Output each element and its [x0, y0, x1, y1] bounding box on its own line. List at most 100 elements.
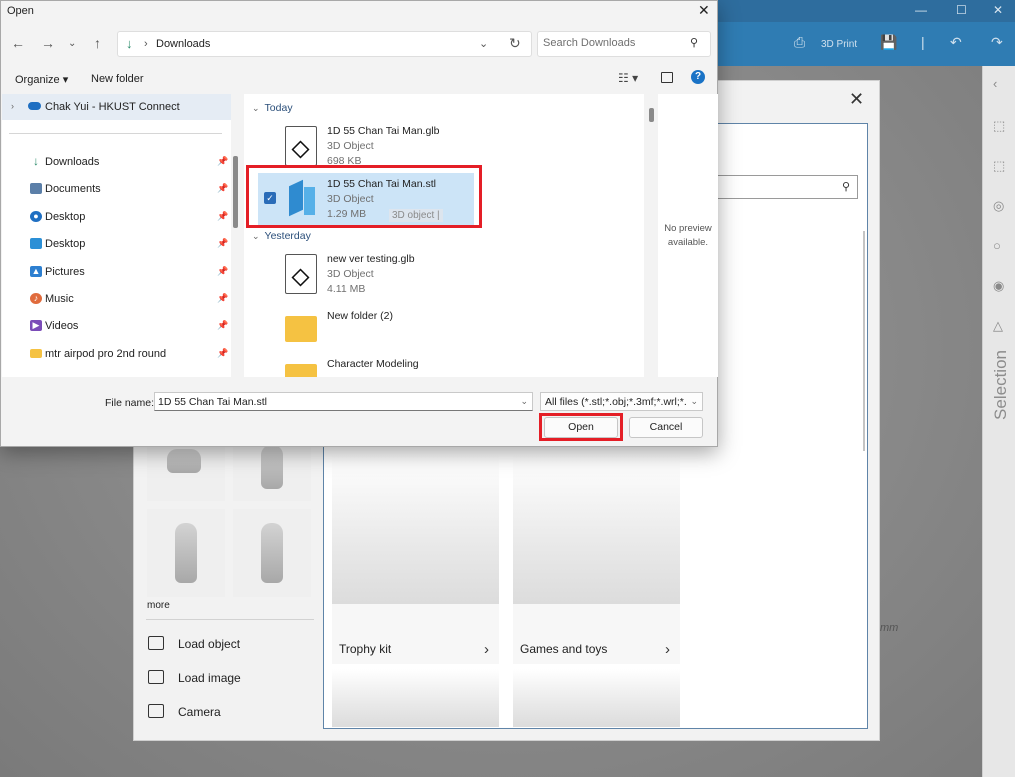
- redo-icon[interactable]: ↷: [991, 34, 1003, 51]
- address-bar[interactable]: ↓ › Downloads ⌄ ↻: [117, 31, 532, 57]
- chevron-right-icon: ›: [665, 641, 670, 658]
- view-options-icon[interactable]: ☷ ▾: [618, 71, 638, 85]
- load-image-button[interactable]: Load image: [148, 670, 241, 685]
- folder-item[interactable]: New folder (2): [258, 302, 474, 348]
- music-icon: ♪: [30, 293, 42, 304]
- chevron-right-icon: ›: [484, 641, 489, 658]
- model-thumbnail[interactable]: [147, 509, 225, 597]
- chevron-down-icon: ⌄: [690, 396, 698, 406]
- 3d-print-label[interactable]: 3D Print: [821, 39, 857, 50]
- expand-chevron-icon[interactable]: ›: [11, 101, 14, 111]
- file-name: new ver testing.glb: [327, 253, 415, 265]
- minimize-icon[interactable]: —: [915, 3, 927, 17]
- maximize-icon[interactable]: ☐: [956, 3, 967, 17]
- open-file-dialog: Open ✕ ← → ⌄ ↑ ↓ › Downloads ⌄ ↻ ⚲ Organ…: [0, 0, 718, 447]
- file-type: 3D Object: [327, 268, 374, 280]
- close-icon[interactable]: ✕: [698, 2, 710, 19]
- pin-icon[interactable]: 📌: [217, 238, 228, 249]
- more-link[interactable]: more: [147, 600, 170, 611]
- preview-pane-icon[interactable]: [661, 72, 673, 83]
- nav-item-videos[interactable]: ▶ Videos 📌: [2, 315, 231, 337]
- pin-icon[interactable]: 📌: [217, 348, 228, 359]
- select-region-icon[interactable]: △: [993, 318, 1003, 334]
- nav-item-label: mtr airpod pro 2nd round: [45, 348, 167, 360]
- back-arrow-icon[interactable]: ←: [11, 35, 25, 51]
- 3d-print-icon[interactable]: ⎙: [794, 34, 805, 51]
- nav-item-downloads[interactable]: ↓ Downloads 📌: [2, 151, 231, 173]
- nav-item-onedrive[interactable]: › Chak Yui - HKUST Connect: [2, 94, 231, 120]
- organize-menu[interactable]: Organize ▾: [15, 73, 68, 86]
- search-icon[interactable]: ⚲: [690, 36, 698, 49]
- breadcrumb-separator-icon[interactable]: ›: [144, 38, 148, 50]
- filename-label: File name:: [105, 397, 155, 409]
- group-header-yesterday[interactable]: ⌄ Yesterday: [252, 230, 311, 242]
- dialog-title: Open: [7, 5, 34, 17]
- 3d-object-icon: [285, 126, 317, 166]
- select-vertex-icon[interactable]: ◉: [993, 278, 1004, 294]
- onedrive-desktop-icon: ●: [30, 211, 42, 222]
- app-toolbar: ⎙ 3D Print 💾 | ↶ ↷: [718, 22, 1015, 66]
- pictures-icon: ▲: [30, 266, 42, 277]
- search-input[interactable]: [543, 37, 683, 49]
- collapse-panel-icon[interactable]: ‹: [993, 76, 997, 91]
- close-app-icon[interactable]: ✕: [993, 3, 1003, 17]
- document-icon: [30, 183, 42, 194]
- file-list-scrollbar[interactable]: [649, 108, 654, 122]
- pin-icon[interactable]: 📌: [217, 183, 228, 194]
- recent-locations-chevron-icon[interactable]: ⌄: [68, 38, 76, 49]
- toolbar-divider: |: [921, 34, 925, 50]
- pin-icon[interactable]: 📌: [217, 320, 228, 331]
- videos-icon: ▶: [30, 320, 42, 331]
- search-downloads-box[interactable]: ⚲: [537, 31, 711, 57]
- select-edge-icon[interactable]: ○: [993, 238, 1001, 253]
- category-label: Trophy kit: [339, 642, 392, 656]
- cancel-button[interactable]: Cancel: [629, 417, 703, 438]
- filename-input[interactable]: 1D 55 Chan Tai Man.stl ⌄: [154, 392, 533, 411]
- category-card[interactable]: [332, 669, 499, 727]
- folder-item[interactable]: Character Modeling: [258, 350, 474, 377]
- nav-item-label: Desktop: [45, 238, 86, 250]
- save-icon[interactable]: 💾: [880, 34, 897, 51]
- up-arrow-icon[interactable]: ↑: [94, 35, 101, 51]
- group-header-today[interactable]: ⌄ Today: [252, 102, 293, 114]
- select-face-icon[interactable]: ◎: [993, 198, 1004, 214]
- model-thumbnail[interactable]: [233, 509, 311, 597]
- breadcrumb[interactable]: Downloads: [156, 38, 210, 50]
- pin-icon[interactable]: 📌: [217, 156, 228, 167]
- camera-button[interactable]: Camera: [148, 704, 221, 719]
- pin-icon[interactable]: 📌: [217, 293, 228, 304]
- nav-scrollbar[interactable]: [233, 156, 238, 228]
- category-card-trophy-kit[interactable]: Trophy kit ›: [332, 454, 499, 664]
- load-object-button[interactable]: Load object: [148, 636, 240, 651]
- nav-item-music[interactable]: ♪ Music 📌: [2, 288, 231, 310]
- category-card-games-and-toys[interactable]: Games and toys ›: [513, 454, 680, 664]
- new-folder-button[interactable]: New folder: [91, 73, 144, 85]
- pin-icon[interactable]: 📌: [217, 211, 228, 222]
- filetype-value: All files (*.stl;*.obj;*.3mf;*.wrl;*.p: [545, 396, 686, 408]
- filetype-select[interactable]: All files (*.stl;*.obj;*.3mf;*.wrl;*.p ⌄: [540, 392, 703, 411]
- chevron-down-icon[interactable]: ⌄: [520, 396, 528, 407]
- forward-arrow-icon[interactable]: →: [41, 35, 55, 51]
- category-card[interactable]: [513, 669, 680, 727]
- scrollbar[interactable]: [863, 231, 865, 451]
- folder-icon: [30, 349, 42, 358]
- nav-item-desktop[interactable]: Desktop 📌: [2, 233, 231, 255]
- nav-item-desktop-onedrive[interactable]: ● Desktop 📌: [2, 206, 231, 228]
- pin-icon[interactable]: 📌: [217, 266, 228, 277]
- right-tool-panel: ‹ ⬚ ⬚ ◎ ○ ◉ △: [982, 66, 1015, 777]
- file-item-glb[interactable]: new ver testing.glb 3D Object 4.11 MB: [258, 248, 474, 300]
- undo-icon[interactable]: ↶: [950, 34, 962, 51]
- chevron-down-icon[interactable]: ⌄: [479, 37, 488, 50]
- refresh-icon[interactable]: ↻: [509, 35, 521, 52]
- help-icon[interactable]: ?: [691, 70, 705, 84]
- nav-item-pictures[interactable]: ▲ Pictures 📌: [2, 261, 231, 283]
- select-object-icon[interactable]: ⬚: [993, 158, 1005, 174]
- nav-item-label: Pictures: [45, 266, 85, 278]
- desktop-icon: [30, 238, 42, 249]
- divider: [146, 619, 314, 620]
- select-all-icon[interactable]: ⬚: [993, 118, 1005, 134]
- nav-item-documents[interactable]: Documents 📌: [2, 178, 231, 200]
- nav-item-mtr-airpod[interactable]: mtr airpod pro 2nd round 📌: [2, 343, 231, 365]
- folder-icon: [148, 636, 164, 650]
- close-icon[interactable]: ✕: [849, 89, 864, 110]
